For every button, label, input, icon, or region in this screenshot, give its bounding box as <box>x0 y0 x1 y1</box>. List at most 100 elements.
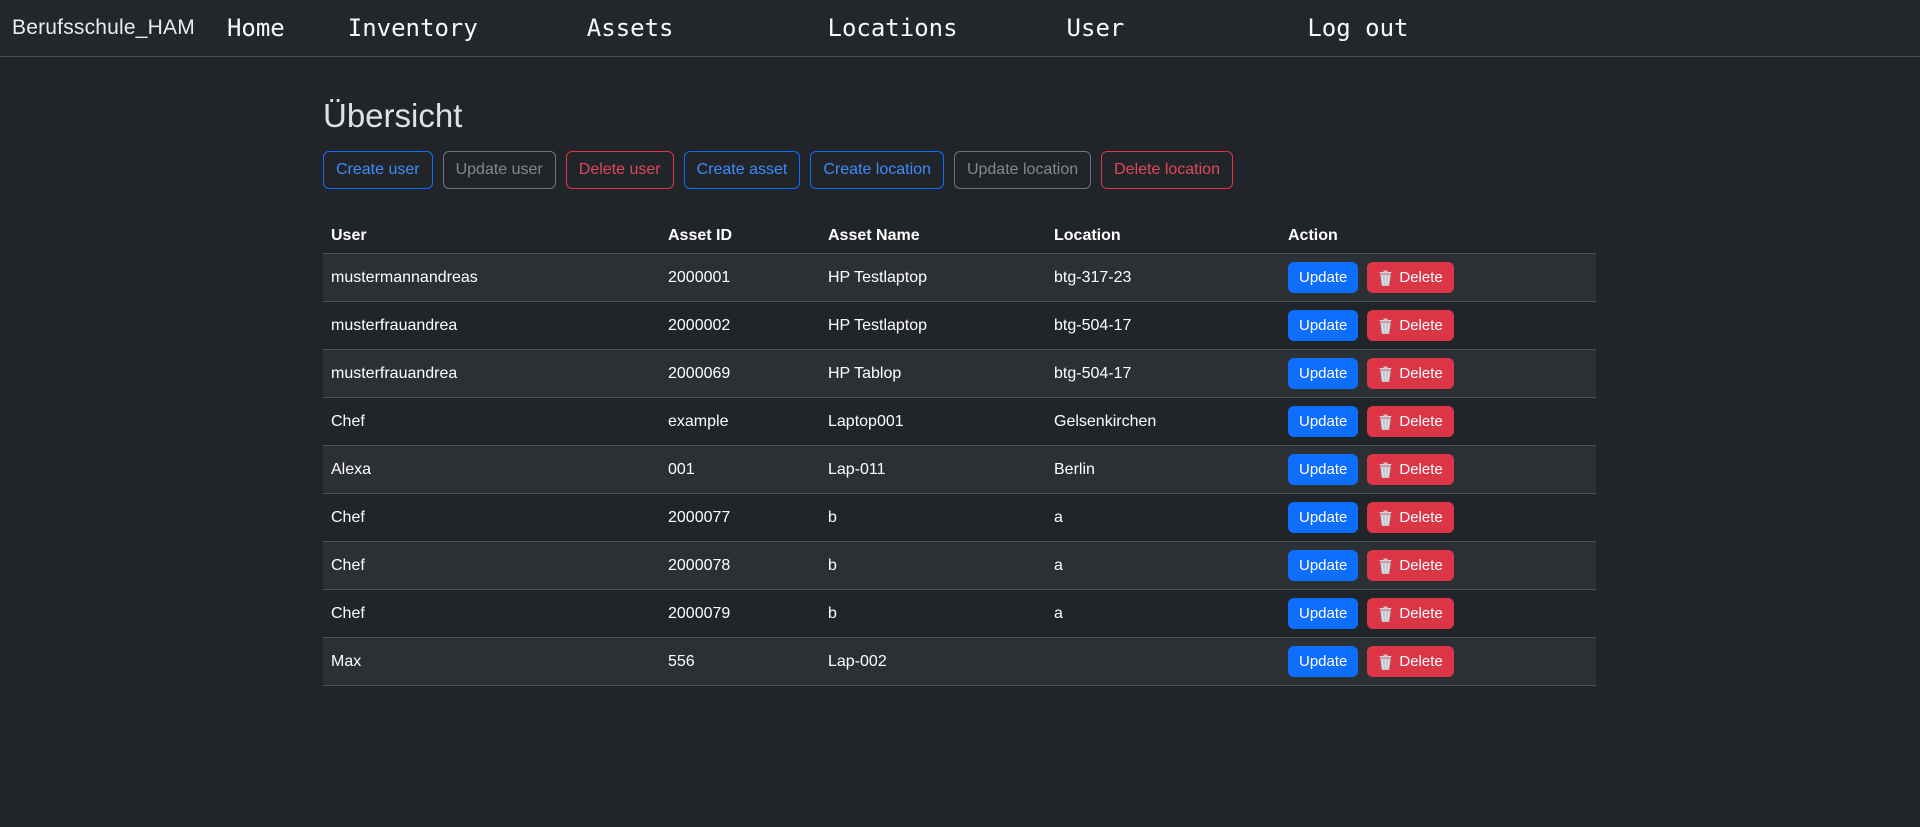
table-row: Chef 2000077 b a Update Delete <box>323 494 1596 542</box>
create-asset-button[interactable]: Create asset <box>684 151 801 189</box>
delete-button[interactable]: Delete <box>1367 454 1453 485</box>
cell-asset-id: 2000078 <box>660 542 820 590</box>
trash-icon <box>1378 606 1393 622</box>
cell-asset-name: HP Testlaptop <box>820 302 1046 350</box>
col-header-action: Action <box>1280 219 1596 254</box>
create-user-button[interactable]: Create user <box>323 151 433 189</box>
update-button[interactable]: Update <box>1288 310 1358 341</box>
delete-button-label: Delete <box>1399 267 1442 288</box>
delete-button[interactable]: Delete <box>1367 598 1453 629</box>
delete-button-label: Delete <box>1399 651 1442 672</box>
update-button[interactable]: Update <box>1288 262 1358 293</box>
cell-location: btg-317-23 <box>1046 254 1280 302</box>
table-row: Max 556 Lap-002 Update Delete <box>323 638 1596 686</box>
action-cell: Update Delete <box>1288 310 1588 341</box>
trash-icon <box>1378 270 1393 286</box>
delete-button[interactable]: Delete <box>1367 550 1453 581</box>
delete-button[interactable]: Delete <box>1367 358 1453 389</box>
cell-location: Berlin <box>1046 446 1280 494</box>
delete-button[interactable]: Delete <box>1367 406 1453 437</box>
delete-button[interactable]: Delete <box>1367 502 1453 533</box>
cell-location <box>1046 638 1280 686</box>
trash-icon <box>1378 366 1393 382</box>
update-user-button[interactable]: Update user <box>443 151 556 189</box>
update-location-button[interactable]: Update location <box>954 151 1091 189</box>
delete-location-button[interactable]: Delete location <box>1101 151 1233 189</box>
action-cell: Update Delete <box>1288 406 1588 437</box>
trash-icon <box>1378 654 1393 670</box>
assets-table-wrap: User Asset ID Asset Name Location Action… <box>323 219 1596 686</box>
nav-item-locations[interactable]: Locations <box>828 14 958 42</box>
action-cell: Update Delete <box>1288 646 1588 677</box>
nav-item-user[interactable]: User <box>1067 14 1125 42</box>
update-button[interactable]: Update <box>1288 358 1358 389</box>
action-cell: Update Delete <box>1288 502 1588 533</box>
table-row: Chef 2000079 b a Update Delete <box>323 590 1596 638</box>
table-row: musterfrauandrea 2000002 HP Testlaptop b… <box>323 302 1596 350</box>
action-cell: Update Delete <box>1288 454 1588 485</box>
cell-user: musterfrauandrea <box>323 302 660 350</box>
cell-asset-name: b <box>820 590 1046 638</box>
cell-asset-id: 001 <box>660 446 820 494</box>
nav-item-home[interactable]: Home <box>227 14 285 42</box>
page-title: Übersicht <box>323 97 1596 135</box>
col-header-user: User <box>323 219 660 254</box>
update-button[interactable]: Update <box>1288 550 1358 581</box>
cell-asset-id: 556 <box>660 638 820 686</box>
update-button[interactable]: Update <box>1288 646 1358 677</box>
delete-button-label: Delete <box>1399 459 1442 480</box>
trash-icon <box>1378 462 1393 478</box>
cell-asset-id: 2000002 <box>660 302 820 350</box>
delete-user-button[interactable]: Delete user <box>566 151 674 189</box>
cell-user: Max <box>323 638 660 686</box>
cell-location: a <box>1046 590 1280 638</box>
cell-asset-id: example <box>660 398 820 446</box>
update-button[interactable]: Update <box>1288 454 1358 485</box>
cell-location: btg-504-17 <box>1046 350 1280 398</box>
cell-asset-id: 2000077 <box>660 494 820 542</box>
assets-table: User Asset ID Asset Name Location Action… <box>323 219 1596 686</box>
brand[interactable]: Berufsschule_HAM <box>12 16 195 40</box>
cell-user: Chef <box>323 542 660 590</box>
delete-button-label: Delete <box>1399 363 1442 384</box>
table-row: Alexa 001 Lap-011 Berlin Update Delete <box>323 446 1596 494</box>
delete-button-label: Delete <box>1399 315 1442 336</box>
delete-button-label: Delete <box>1399 411 1442 432</box>
cell-user: Chef <box>323 398 660 446</box>
table-row: musterfrauandrea 2000069 HP Tablop btg-5… <box>323 350 1596 398</box>
delete-button[interactable]: Delete <box>1367 310 1453 341</box>
col-header-location: Location <box>1046 219 1280 254</box>
action-cell: Update Delete <box>1288 598 1588 629</box>
delete-button-label: Delete <box>1399 555 1442 576</box>
delete-button[interactable]: Delete <box>1367 646 1453 677</box>
cell-asset-name: b <box>820 494 1046 542</box>
delete-button[interactable]: Delete <box>1367 262 1453 293</box>
cell-user: musterfrauandrea <box>323 350 660 398</box>
cell-location: Gelsenkirchen <box>1046 398 1280 446</box>
cell-user: Chef <box>323 590 660 638</box>
trash-icon <box>1378 318 1393 334</box>
table-header-row: User Asset ID Asset Name Location Action <box>323 219 1596 254</box>
cell-asset-name: HP Testlaptop <box>820 254 1046 302</box>
update-button[interactable]: Update <box>1288 406 1358 437</box>
trash-icon <box>1378 558 1393 574</box>
table-row: mustermannandreas 2000001 HP Testlaptop … <box>323 254 1596 302</box>
cell-asset-name: Lap-011 <box>820 446 1046 494</box>
col-header-asset-name: Asset Name <box>820 219 1046 254</box>
nav-item-log-out[interactable]: Log out <box>1307 14 1408 42</box>
navbar: Berufsschule_HAM Home Inventory Assets Loca… <box>0 0 1920 57</box>
update-button[interactable]: Update <box>1288 598 1358 629</box>
update-button[interactable]: Update <box>1288 502 1358 533</box>
nav-links: Home Inventory Assets Locations User Log out <box>195 14 1409 42</box>
cell-asset-name: Lap-002 <box>820 638 1046 686</box>
cell-asset-id: 2000001 <box>660 254 820 302</box>
action-cell: Update Delete <box>1288 262 1588 293</box>
cell-asset-name: b <box>820 542 1046 590</box>
delete-button-label: Delete <box>1399 603 1442 624</box>
create-location-button[interactable]: Create location <box>810 151 944 189</box>
trash-icon <box>1378 510 1393 526</box>
cell-user: Chef <box>323 494 660 542</box>
cell-location: a <box>1046 542 1280 590</box>
nav-item-assets[interactable]: Assets <box>587 14 674 42</box>
nav-item-inventory[interactable]: Inventory <box>348 14 478 42</box>
